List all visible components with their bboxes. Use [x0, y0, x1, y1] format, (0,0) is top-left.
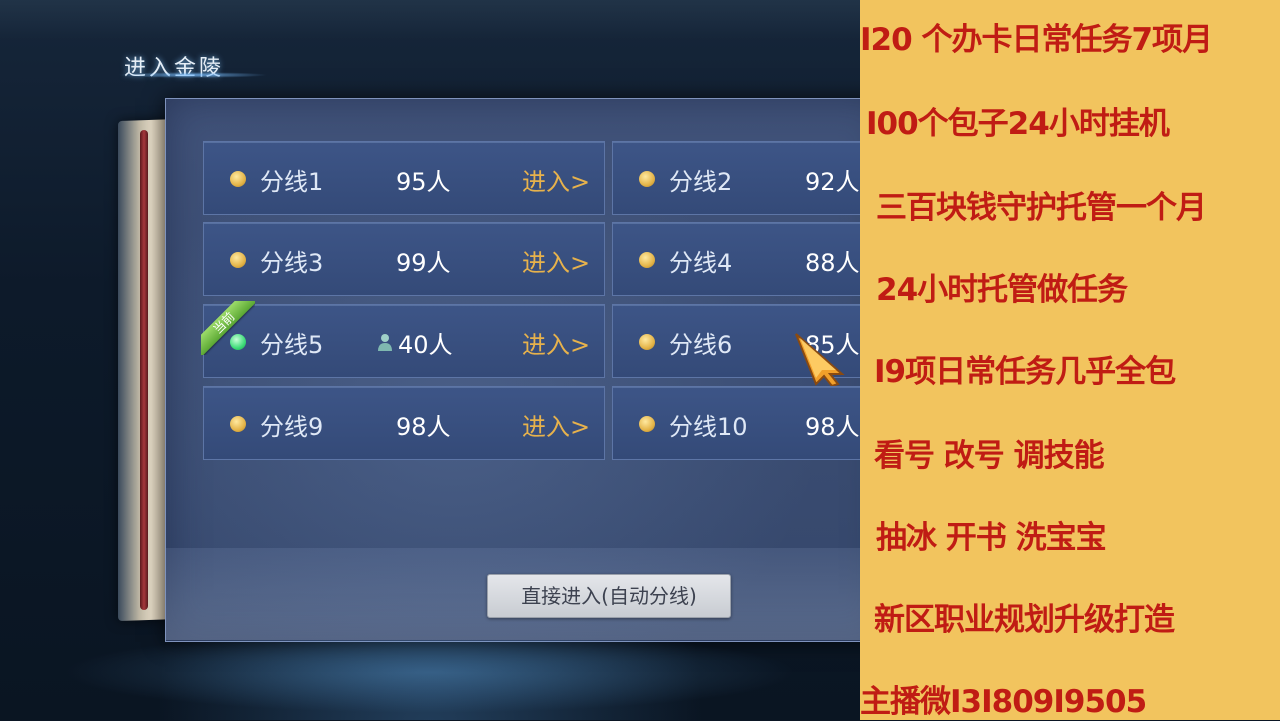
pointer-cursor-icon: [795, 333, 845, 386]
server-row-5[interactable]: 当前 分线5 40人 进入>: [201, 301, 605, 378]
enter-button[interactable]: 进入>: [522, 325, 590, 360]
status-dot-icon: [639, 252, 655, 268]
ad-line-9: 主播微I3I809I9505: [860, 684, 1147, 720]
scroll-rod: [140, 130, 148, 610]
status-dot-icon: [230, 334, 246, 350]
bottom-glow: [0, 640, 860, 720]
player-count: 98人: [805, 413, 860, 441]
ad-line-8: 新区职业规划升级打造: [874, 602, 1175, 638]
ad-line-4: 24小时托管做任务: [876, 272, 1128, 308]
server-name: 分线1: [260, 168, 324, 196]
ad-line-6: 看号 改号 调技能: [874, 438, 1105, 474]
server-name: 分线9: [260, 413, 324, 441]
server-row-7[interactable]: 分线9 98人 进入>: [203, 386, 605, 460]
current-server-tag: 当前: [201, 301, 255, 355]
server-name: 分线10: [669, 413, 748, 441]
player-count: 40人: [398, 331, 453, 359]
status-dot-icon: [230, 416, 246, 432]
current-tag-label: 当前: [201, 301, 255, 355]
enter-button[interactable]: 进入>: [522, 407, 590, 442]
player-count: 98人: [396, 413, 451, 441]
ad-line-3: 三百块钱守护托管一个月: [876, 190, 1207, 226]
status-dot-icon: [639, 171, 655, 187]
server-row-8[interactable]: 分线10 98人 进入>: [612, 386, 860, 460]
enter-button[interactable]: 进入>: [522, 243, 590, 278]
player-count: 99人: [396, 249, 451, 277]
server-name: 分线3: [260, 249, 324, 277]
person-icon: [378, 334, 392, 351]
status-dot-icon: [230, 171, 246, 187]
server-row-1[interactable]: 分线1 95人 进入>: [203, 141, 605, 215]
status-dot-icon: [639, 416, 655, 432]
ad-panel: I20 个办卡日常任务7项月 I00个包子24小时挂机 三百块钱守护托管一个月 …: [860, 0, 1280, 720]
server-name: 分线6: [669, 331, 733, 359]
player-count: 95人: [396, 168, 451, 196]
status-dot-icon: [639, 334, 655, 350]
server-row-4[interactable]: 分线4 88人 进入>: [612, 222, 860, 296]
server-row-3[interactable]: 分线3 99人 进入>: [203, 222, 605, 296]
status-dot-icon: [230, 252, 246, 268]
game-area: 进入金陵 分线1 95人 进入> 分线2 92人 进入> 分线3 99人 进入>…: [0, 0, 860, 720]
auto-enter-button[interactable]: 直接进入(自动分线): [487, 574, 731, 618]
ad-line-5: I9项日常任务几乎全包: [874, 354, 1176, 390]
player-count: 92人: [805, 168, 860, 196]
server-row-2[interactable]: 分线2 92人 进入>: [612, 141, 860, 215]
ad-line-2: I00个包子24小时挂机: [866, 106, 1170, 142]
server-name: 分线2: [669, 168, 733, 196]
ad-line-1: I20 个办卡日常任务7项月: [860, 22, 1213, 58]
server-name: 分线5: [260, 331, 324, 359]
enter-button[interactable]: 进入>: [522, 162, 590, 197]
server-name: 分线4: [669, 249, 733, 277]
player-count: 88人: [805, 249, 860, 277]
title-glow: [118, 72, 268, 78]
ad-line-7: 抽冰 开书 洗宝宝: [876, 520, 1107, 556]
